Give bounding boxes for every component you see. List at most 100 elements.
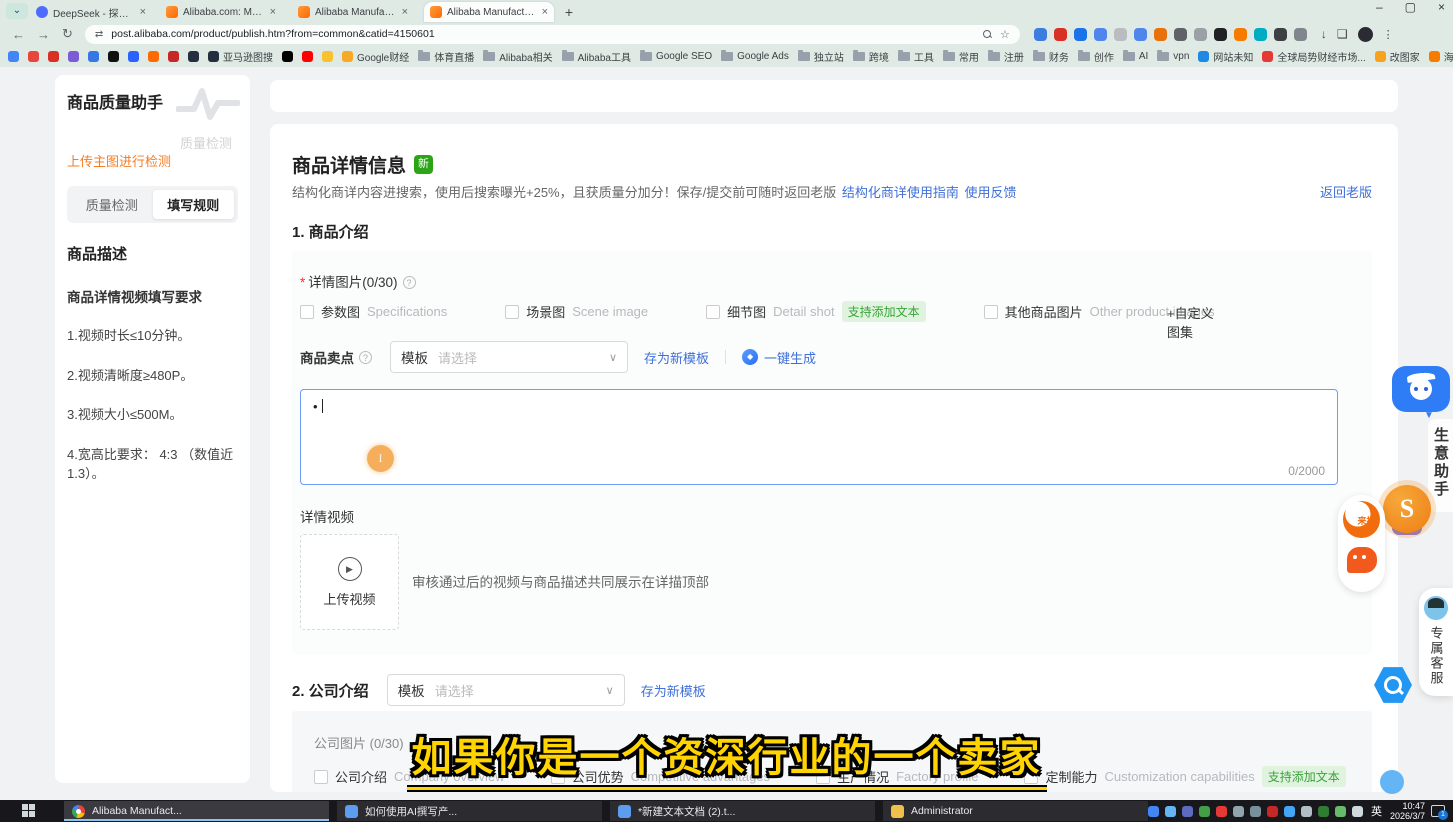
bookmark-item[interactable] (28, 51, 39, 62)
extension-icon[interactable] (1054, 28, 1067, 41)
menu-dots-icon[interactable]: ⋮ (1383, 28, 1394, 41)
extension-icon[interactable] (1134, 28, 1147, 41)
taskbar-app-button[interactable]: 如何使用AI撰写产... (337, 801, 602, 821)
bookmark-item[interactable]: 全球局势财经市场... (1262, 49, 1365, 64)
close-button[interactable]: × (1438, 0, 1445, 14)
checkbox[interactable] (314, 770, 328, 784)
bookmark-item[interactable]: 跨境 (853, 49, 889, 64)
bookmark-item[interactable]: 常用 (943, 49, 979, 64)
maximize-button[interactable]: ▢ (1405, 0, 1416, 14)
business-assistant-bubble[interactable] (1392, 366, 1450, 412)
tray-icon[interactable] (1267, 806, 1278, 817)
bookmark-item[interactable]: 体育直播 (418, 49, 474, 64)
taskbar-app-button[interactable]: *新建文本文档 (2).t... (610, 801, 875, 821)
extension-icon[interactable] (1074, 28, 1087, 41)
bookmark-item[interactable] (68, 51, 79, 62)
image-type-option[interactable]: 场景图 Scene image (505, 302, 648, 321)
tray-icon[interactable] (1250, 806, 1261, 817)
one-click-generate-button[interactable]: 一键生成 (764, 348, 816, 367)
upload-main-image-link[interactable]: 上传主图进行检测 (67, 151, 238, 170)
help-icon[interactable]: ? (403, 276, 416, 289)
bookmark-item[interactable] (322, 51, 333, 62)
company-template-select[interactable]: 模板 请选择 ∨ (387, 674, 625, 706)
tray-icon[interactable] (1335, 806, 1346, 817)
address-bar[interactable]: ⇄ post.alibaba.com/product/publish.htm?f… (85, 25, 1020, 44)
checkbox[interactable] (300, 305, 314, 319)
tab-close-icon[interactable]: × (270, 6, 276, 18)
bookmark-item[interactable]: 工具 (898, 49, 934, 64)
bookmark-item[interactable]: 创作 (1078, 49, 1114, 64)
checkbox[interactable] (816, 770, 830, 784)
extension-icon[interactable] (1114, 28, 1127, 41)
business-assistant-label[interactable]: 生意助手 (1428, 419, 1453, 512)
tray-icon[interactable] (1352, 806, 1363, 817)
custom-gallery-button[interactable]: +自定义图集 (1167, 303, 1222, 341)
company-type-option[interactable]: 公司优势 Competitive advantages (551, 767, 771, 786)
start-button-icon[interactable] (22, 804, 24, 818)
tab-search-chevron-icon[interactable]: ⌄ (6, 3, 28, 19)
reload-icon[interactable]: ↻ (62, 26, 73, 42)
bookmark-item[interactable] (168, 51, 179, 62)
mini-float-button[interactable] (1380, 770, 1404, 794)
extensions-puzzle-icon[interactable]: ❑ (1337, 27, 1348, 41)
extension-icon[interactable] (1274, 28, 1287, 41)
feedback-link[interactable]: 使用反馈 (965, 185, 1017, 200)
bookmark-item[interactable]: 财务 (1033, 49, 1069, 64)
bookmark-item[interactable] (108, 51, 119, 62)
help-icon[interactable]: ? (359, 351, 372, 364)
company-type-option[interactable]: 公司介绍 Company overview (314, 767, 505, 786)
extension-icon[interactable] (1034, 28, 1047, 41)
ime-language-indicator[interactable]: 英 (1371, 803, 1382, 819)
customer-service-panel[interactable]: 专属客服 (1419, 588, 1453, 696)
checkbox[interactable] (1024, 770, 1038, 784)
tray-icon[interactable] (1216, 806, 1227, 817)
wechat-icon[interactable] (1347, 547, 1377, 573)
back-icon[interactable]: ← (12, 27, 25, 42)
s-logo-icon[interactable]: S (1383, 485, 1431, 533)
bookmark-item[interactable]: 独立站 (798, 49, 844, 64)
bookmark-item[interactable] (128, 51, 139, 62)
checkbox[interactable] (984, 305, 998, 319)
bookmark-item[interactable]: Alibaba相关 (483, 49, 552, 64)
bookmark-item[interactable]: 亚马逊图搜 (208, 49, 273, 64)
tray-icon[interactable] (1182, 806, 1193, 817)
save-template-link[interactable]: 存为新模板 (641, 681, 706, 700)
tab-alibaba-direct-active[interactable]: Alibaba Manufacturer Direct × (424, 2, 554, 22)
bookmark-item[interactable] (88, 51, 99, 62)
tab-alibaba-manufacturers[interactable]: Alibaba.com: Manufacturers × (160, 2, 282, 22)
upload-video-dropzone[interactable]: ▶ 上传视频 (300, 534, 399, 630)
bookmark-item[interactable]: 海天知识产权保护... (1429, 49, 1453, 64)
tray-icon[interactable] (1318, 806, 1329, 817)
new-tab-button[interactable]: + (560, 4, 578, 22)
tab-close-icon[interactable]: × (140, 6, 146, 18)
url-text[interactable]: post.alibaba.com/product/publish.htm?fro… (111, 28, 434, 40)
forward-icon[interactable]: → (37, 27, 50, 42)
company-type-option[interactable]: 定制能力 Customization capabilities 支持添加文本 (1024, 766, 1345, 787)
tab-fill-rules[interactable]: 填写规则 (153, 190, 235, 219)
bookmark-item[interactable]: 网站未知 (1198, 49, 1253, 64)
bookmark-star-icon[interactable]: ☆ (1000, 28, 1010, 41)
tab-close-icon[interactable]: × (402, 6, 408, 18)
bookmark-item[interactable]: Google财经 (342, 49, 409, 64)
notification-icon[interactable]: 1 (1431, 805, 1445, 817)
tray-icon[interactable] (1165, 806, 1176, 817)
bookmark-item[interactable] (48, 51, 59, 62)
back-to-old-version-link[interactable]: 返回老版 (1320, 182, 1372, 201)
bookmark-item[interactable] (188, 51, 199, 62)
image-type-option[interactable]: 细节图 Detail shot 支持添加文本 (706, 301, 925, 322)
clock[interactable]: 10:47 2026/3/7 (1390, 801, 1425, 822)
tab-deepseek[interactable]: DeepSeek - 探索未至之境 × (30, 2, 152, 22)
bookmark-item[interactable]: Alibaba工具 (562, 49, 631, 64)
extension-icon[interactable] (1254, 28, 1267, 41)
tray-icon[interactable] (1233, 806, 1244, 817)
save-template-link[interactable]: 存为新模板 (644, 348, 709, 367)
site-info-icon[interactable]: ⇄ (95, 29, 103, 40)
tray-icon[interactable] (1301, 806, 1312, 817)
taskbar-app-button[interactable]: Alibaba Manufact... (64, 801, 329, 821)
bookmark-item[interactable] (8, 51, 19, 62)
tab-close-icon[interactable]: × (542, 6, 548, 18)
bookmark-item[interactable]: AI (1123, 51, 1148, 62)
selling-point-editor[interactable]: • 0/2000 (300, 389, 1338, 485)
tab-alibaba-direct-1[interactable]: Alibaba Manufacturer Direct × (292, 2, 414, 22)
bookmark-item[interactable]: Google SEO (640, 51, 712, 62)
